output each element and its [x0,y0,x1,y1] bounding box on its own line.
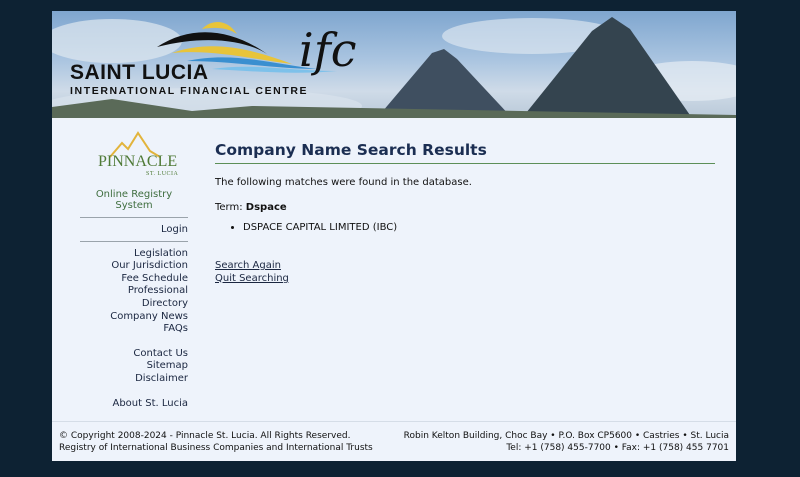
phone-fax-text: Tel: +1 (758) 455-7700 • Fax: +1 (758) 4… [506,442,729,453]
nav-contact-us[interactable]: Contact Us [80,348,188,361]
nav-disclaimer[interactable]: Disclaimer [80,373,188,386]
copyright-text: © Copyright 2008-2024 - Pinnacle St. Luc… [59,431,351,441]
nav-professional-directory[interactable]: Professional Directory [80,285,188,310]
results-intro: The following matches were found in the … [215,177,472,188]
nav-group-info: Legislation Our Jurisdiction Fee Schedul… [80,248,188,336]
term-label: Term: [215,202,243,213]
nav-legislation[interactable]: Legislation [80,248,188,261]
results-list: DSPACE CAPITAL LIMITED (IBC) [215,222,715,234]
term-value: Dspace [245,202,287,213]
page-title: Company Name Search Results [215,141,715,164]
brand-name: SAINT LUCIA [70,61,209,84]
nav-about-st-lucia[interactable]: About St. Lucia [80,398,188,411]
registry-label: Online Registry System [80,189,188,218]
ifc-logo-text: ifc [299,23,357,77]
nav-group-about: About St. Lucia [80,398,188,411]
brand-subtitle: INTERNATIONAL FINANCIAL CENTRE [70,85,309,97]
page-footer: © Copyright 2008-2024 - Pinnacle St. Luc… [52,421,736,462]
nav-company-news[interactable]: Company News [80,311,188,324]
search-actions: Search Again Quit Searching [215,260,715,285]
result-item: DSPACE CAPITAL LIMITED (IBC) [243,222,715,234]
nav-group-contact: Contact Us Sitemap Disclaimer [80,348,188,386]
address-text: Robin Kelton Building, Choc Bay • P.O. B… [403,431,729,441]
footer-copyright: © Copyright 2008-2024 - Pinnacle St. Luc… [59,431,373,454]
nav-sitemap[interactable]: Sitemap [80,360,188,373]
nav-faqs[interactable]: FAQs [80,323,188,336]
main-content: Company Name Search Results The followin… [215,129,715,285]
quit-searching-link[interactable]: Quit Searching [215,273,715,286]
registry-description: Registry of International Business Compa… [59,442,373,453]
page-container: SAINT LUCIA INTERNATIONAL FINANCIAL CENT… [52,11,736,461]
nav-our-jurisdiction[interactable]: Our Jurisdiction [80,260,188,273]
search-again-link[interactable]: Search Again [215,260,715,273]
search-term: Term: Dspace [215,202,715,213]
footer-contact: Robin Kelton Building, Choc Bay • P.O. B… [404,431,729,454]
nav-fee-schedule[interactable]: Fee Schedule [80,273,188,286]
sidebar-nav: PINNACLE ST. LUCIA Online Registry Syste… [80,129,188,410]
header-banner: SAINT LUCIA INTERNATIONAL FINANCIAL CENT… [52,11,736,118]
pinnacle-logo[interactable]: PINNACLE ST. LUCIA [80,129,188,187]
login-link[interactable]: Login [80,224,188,237]
pinnacle-logo-word: PINNACLE [98,153,178,170]
pinnacle-logo-sub: ST. LUCIA [146,171,179,177]
